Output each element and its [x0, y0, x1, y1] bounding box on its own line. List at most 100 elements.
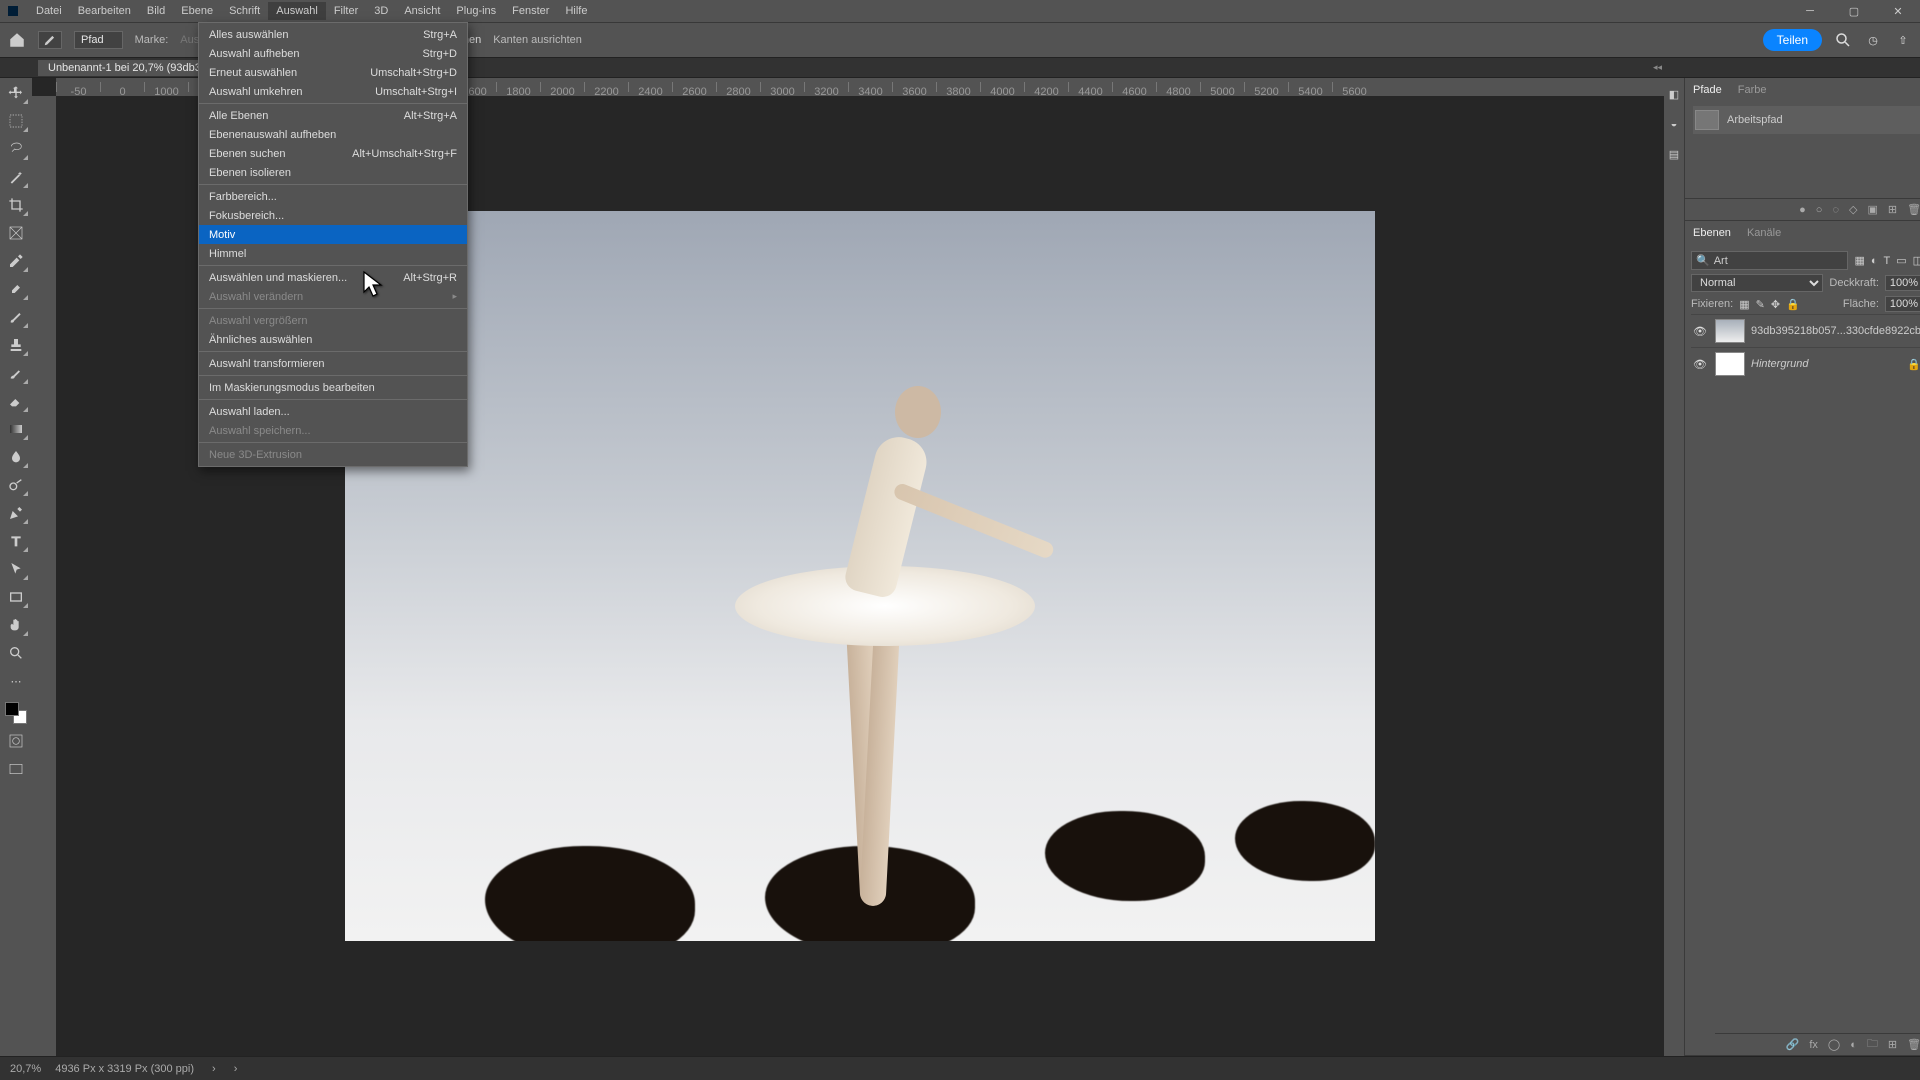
healing-tool[interactable]: [4, 278, 28, 300]
quickmask-toggle[interactable]: [4, 730, 28, 752]
menu-fenster[interactable]: Fenster: [504, 2, 557, 20]
adjustments-icon[interactable]: ◒: [1664, 114, 1684, 134]
fill-value[interactable]: 100%: [1885, 296, 1920, 312]
home-icon[interactable]: [8, 31, 26, 49]
menu-item[interactable]: Himmel: [199, 244, 467, 263]
search-icon[interactable]: [1834, 31, 1852, 49]
menu-filter[interactable]: Filter: [326, 2, 366, 20]
screenmode-toggle[interactable]: [4, 758, 28, 780]
tab-layers[interactable]: Ebenen: [1691, 225, 1733, 241]
move-tool[interactable]: [4, 82, 28, 104]
filter-adj-icon[interactable]: ◐: [1871, 255, 1878, 267]
pen-tool[interactable]: [4, 502, 28, 524]
panel-collapse-icon[interactable]: ◂◂: [1653, 62, 1662, 73]
menu-ebene[interactable]: Ebene: [173, 2, 221, 20]
menu-item[interactable]: Auswahl transformieren: [199, 354, 467, 373]
new-path-icon[interactable]: ⊞: [1888, 203, 1897, 216]
lock-pos-icon[interactable]: ✥: [1771, 298, 1780, 311]
layer-filter[interactable]: 🔍 Art: [1691, 251, 1848, 270]
delete-path-icon[interactable]: 🗑: [1907, 203, 1920, 216]
menu-item[interactable]: Ebenen suchenAlt+Umschalt+Strg+F: [199, 144, 467, 163]
brush-tool[interactable]: [4, 306, 28, 328]
minimize-button[interactable]: ─: [1788, 0, 1832, 22]
menu-plugins[interactable]: Plug-ins: [448, 2, 504, 20]
visibility-icon[interactable]: 👁: [1693, 325, 1709, 338]
maximize-button[interactable]: ▢: [1832, 0, 1876, 22]
new-layer-icon[interactable]: ⊞: [1888, 1038, 1897, 1051]
filter-shape-icon[interactable]: ▭: [1896, 254, 1906, 267]
menu-item[interactable]: Alle EbenenAlt+Strg+A: [199, 106, 467, 125]
menu-item[interactable]: Auswählen und maskieren...Alt+Strg+R: [199, 268, 467, 287]
tab-paths[interactable]: Pfade: [1691, 82, 1724, 98]
history-icon[interactable]: ◷: [1864, 31, 1882, 49]
tool-preset-picker[interactable]: [38, 31, 62, 49]
filter-pixel-icon[interactable]: ▦: [1854, 254, 1864, 267]
menu-item[interactable]: Ebenenauswahl aufheben: [199, 125, 467, 144]
menu-item[interactable]: Fokusbereich...: [199, 206, 467, 225]
filter-type-icon[interactable]: T: [1884, 255, 1891, 267]
info-menu-icon[interactable]: ›: [234, 1063, 238, 1075]
info-chevron-icon[interactable]: ›: [212, 1063, 216, 1075]
path-to-sel-icon[interactable]: ◌: [1832, 204, 1839, 216]
menu-ansicht[interactable]: Ansicht: [396, 2, 448, 20]
menu-item[interactable]: Im Maskierungsmodus bearbeiten: [199, 378, 467, 397]
close-button[interactable]: ✕: [1876, 0, 1920, 22]
zoom-level[interactable]: 20,7%: [10, 1063, 41, 1075]
menu-item[interactable]: Farbbereich...: [199, 187, 467, 206]
fx-icon[interactable]: fx: [1809, 1039, 1818, 1051]
menu-schrift[interactable]: Schrift: [221, 2, 268, 20]
doc-info[interactable]: 4936 Px x 3319 Px (300 ppi): [55, 1063, 194, 1075]
group-icon[interactable]: 🗀: [1867, 1035, 1878, 1054]
layers-icon[interactable]: ▤: [1664, 144, 1684, 164]
lock-all-icon[interactable]: 🔒: [1786, 298, 1800, 311]
gradient-tool[interactable]: [4, 418, 28, 440]
menu-hilfe[interactable]: Hilfe: [557, 2, 595, 20]
layer-row[interactable]: 👁 93db395218b057...330cfde8922cb: [1691, 314, 1920, 347]
path-item[interactable]: Arbeitspfad: [1693, 106, 1920, 134]
eraser-tool[interactable]: [4, 390, 28, 412]
menu-item[interactable]: Auswahl aufhebenStrg+D: [199, 44, 467, 63]
layer-row[interactable]: 👁 Hintergrund 🔒: [1691, 347, 1920, 380]
delete-layer-icon[interactable]: 🗑: [1907, 1038, 1920, 1051]
adjustment-icon[interactable]: ◐: [1850, 1039, 1857, 1051]
frame-tool[interactable]: [4, 222, 28, 244]
lasso-tool[interactable]: [4, 138, 28, 160]
zoom-tool[interactable]: [4, 642, 28, 664]
opacity-value[interactable]: 100%: [1885, 275, 1920, 291]
link-icon[interactable]: 🔗: [1786, 1038, 1800, 1051]
dodge-tool[interactable]: [4, 474, 28, 496]
properties-icon[interactable]: ◧: [1664, 84, 1684, 104]
color-swatches[interactable]: [5, 702, 27, 724]
fill-path-icon[interactable]: ●: [1799, 204, 1806, 216]
magic-wand-tool[interactable]: [4, 166, 28, 188]
menu-item[interactable]: Alles auswählenStrg+A: [199, 25, 467, 44]
crop-tool[interactable]: [4, 194, 28, 216]
menu-auswahl[interactable]: Auswahl: [268, 2, 326, 20]
menu-item[interactable]: Ähnliches auswählen: [199, 330, 467, 349]
hand-tool[interactable]: [4, 614, 28, 636]
menu-bearbeiten[interactable]: Bearbeiten: [70, 2, 139, 20]
visibility-icon[interactable]: 👁: [1693, 358, 1709, 371]
menu-datei[interactable]: Datei: [28, 2, 70, 20]
lock-trans-icon[interactable]: ▦: [1739, 298, 1749, 311]
menu-item[interactable]: Auswahl umkehrenUmschalt+Strg+I: [199, 82, 467, 101]
stamp-tool[interactable]: [4, 334, 28, 356]
export-icon[interactable]: ⇧: [1894, 31, 1912, 49]
mask-path-icon[interactable]: ▣: [1867, 203, 1877, 216]
menu-bild[interactable]: Bild: [139, 2, 173, 20]
stroke-path-icon[interactable]: ○: [1816, 204, 1823, 216]
tab-channels[interactable]: Kanäle: [1745, 225, 1783, 241]
menu-item[interactable]: Erneut auswählenUmschalt+Strg+D: [199, 63, 467, 82]
rectangle-tool[interactable]: [4, 586, 28, 608]
filter-smart-icon[interactable]: ◫: [1913, 254, 1920, 267]
sel-to-path-icon[interactable]: ◇: [1849, 203, 1857, 216]
tab-color[interactable]: Farbe: [1736, 82, 1769, 98]
type-tool[interactable]: [4, 530, 28, 552]
marquee-tool[interactable]: [4, 110, 28, 132]
share-button[interactable]: Teilen: [1763, 29, 1822, 51]
history-brush-tool[interactable]: [4, 362, 28, 384]
menu-item[interactable]: Auswahl laden...: [199, 402, 467, 421]
lock-paint-icon[interactable]: ✎: [1756, 298, 1765, 311]
menu-3d[interactable]: 3D: [366, 2, 396, 20]
eyedropper-tool[interactable]: [4, 250, 28, 272]
